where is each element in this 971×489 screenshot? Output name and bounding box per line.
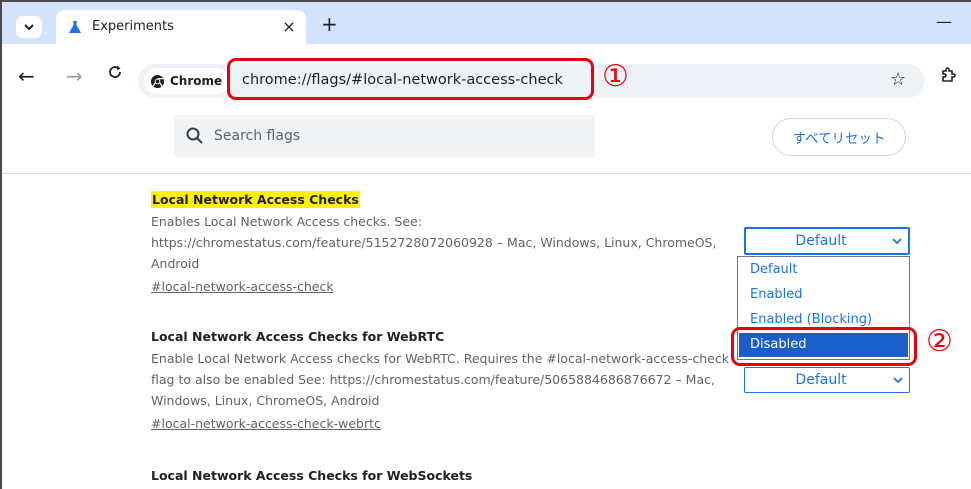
url-annotation-box (227, 58, 594, 100)
tab-search-button[interactable] (16, 16, 42, 38)
experiment-title: Local Network Access Checks for WebSocke… (151, 468, 473, 483)
tab-strip: Experiments × + — (2, 2, 971, 44)
annotation-marker-1: ① (602, 59, 629, 94)
option-enabled[interactable]: Enabled (739, 283, 908, 307)
experiment-title: Local Network Access Checks for WebRTC (151, 329, 445, 344)
experiment-title: Local Network Access Checks (151, 191, 360, 208)
experiment-state-select[interactable]: Default (744, 227, 910, 255)
description-line: flag to also be enabled See: https://chr… (151, 372, 715, 387)
chip-label: Chrome (170, 74, 223, 88)
search-icon (186, 127, 203, 144)
chevron-down-icon (886, 235, 908, 248)
description-line: Enables Local Network Access checks. See… (151, 214, 422, 229)
select-value: Default (795, 233, 847, 249)
chevron-down-icon (24, 23, 34, 30)
experiment-permalink[interactable]: #local-network-access-check (151, 279, 334, 294)
tab-experiments[interactable]: Experiments × (56, 10, 306, 44)
tab-title: Experiments (92, 19, 174, 34)
option-default[interactable]: Default (739, 258, 908, 282)
reload-button[interactable] (107, 64, 123, 85)
new-tab-button[interactable]: + (321, 12, 338, 36)
description-line: https://chromestatus.com/feature/5152728… (151, 235, 717, 250)
annotation-marker-2: ② (926, 324, 953, 359)
experiment-local-network-access-check: Local Network Access Checks Enables Loca… (151, 189, 731, 295)
description-line: Windows, Linux, ChromeOS, Android (151, 393, 380, 408)
description-line: Android (151, 256, 200, 271)
close-tab-icon[interactable]: × (280, 17, 298, 36)
bookmark-star-icon[interactable]: ☆ (890, 69, 906, 90)
experiment-local-network-access-check-websockets: Local Network Access Checks for WebSocke… (151, 465, 731, 484)
header-divider (2, 173, 971, 174)
chevron-down-icon (887, 374, 909, 387)
search-placeholder: Search flags (214, 128, 301, 144)
search-input[interactable]: Search flags (174, 115, 595, 158)
experiment-local-network-access-check-webrtc: Local Network Access Checks for WebRTC E… (151, 326, 731, 432)
select-value: Default (795, 372, 847, 388)
minimize-button[interactable]: — (936, 12, 952, 31)
reload-icon (109, 65, 121, 78)
site-info-chip[interactable]: Chrome (144, 68, 231, 94)
back-button[interactable]: ← (18, 64, 35, 88)
reset-all-button[interactable]: すべてリセット (772, 118, 906, 156)
extensions-button[interactable] (940, 66, 958, 88)
forward-button[interactable]: → (66, 64, 83, 88)
puzzle-icon (942, 67, 956, 82)
description-line: Enable Local Network Access checks for W… (151, 351, 729, 366)
flask-icon (69, 21, 81, 33)
experiment-state-select[interactable]: Default (744, 367, 910, 393)
experiment-description: Enables Local Network Access checks. See… (151, 211, 731, 274)
chrome-logo-icon (150, 74, 165, 88)
disabled-annotation-box (731, 327, 917, 366)
experiment-description: Enable Local Network Access checks for W… (151, 348, 731, 411)
experiment-permalink[interactable]: #local-network-access-check-webrtc (151, 416, 381, 431)
